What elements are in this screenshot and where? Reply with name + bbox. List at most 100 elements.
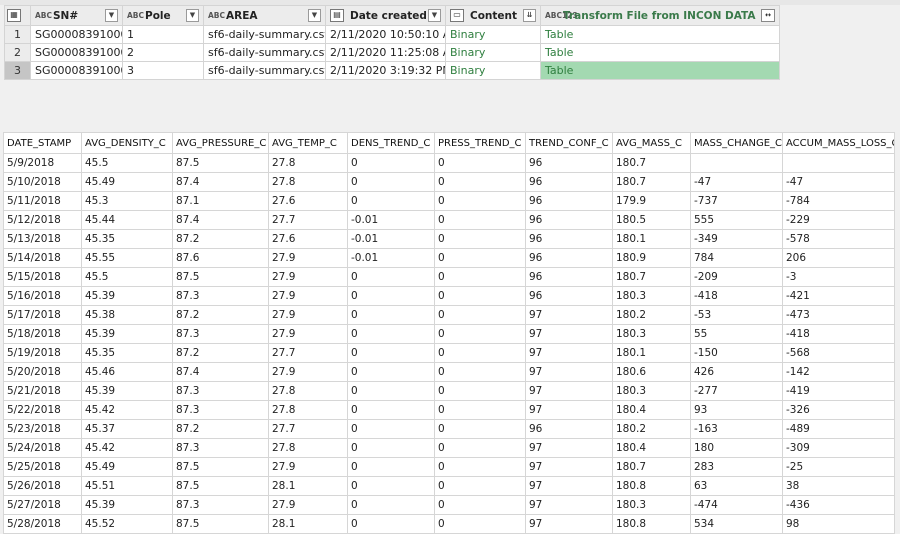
preview-cell[interactable]: -418 <box>690 286 783 306</box>
preview-cell[interactable]: 283 <box>690 457 783 477</box>
preview-cell[interactable]: 0 <box>347 191 435 211</box>
preview-cell[interactable]: 27.9 <box>268 324 348 344</box>
preview-cell[interactable]: 27.8 <box>268 381 348 401</box>
preview-cell[interactable]: 45.44 <box>81 210 173 230</box>
preview-cell[interactable]: 5/24/2018 <box>3 438 82 458</box>
preview-cell[interactable]: -25 <box>782 457 895 477</box>
preview-cell[interactable]: 87.3 <box>172 438 269 458</box>
preview-cell[interactable]: 45.49 <box>81 172 173 192</box>
preview-cell[interactable]: 0 <box>434 153 526 173</box>
preview-cell[interactable]: 28.1 <box>268 476 348 496</box>
preview-cell[interactable]: 27.8 <box>268 172 348 192</box>
preview-cell[interactable]: 87.4 <box>172 172 269 192</box>
preview-cell[interactable]: 96 <box>525 267 613 287</box>
preview-column-header[interactable]: AVG_PRESSURE_C <box>172 132 269 154</box>
preview-cell[interactable]: 5/20/2018 <box>3 362 82 382</box>
preview-cell[interactable]: 5/16/2018 <box>3 286 82 306</box>
preview-cell[interactable]: 180.4 <box>612 438 691 458</box>
preview-cell[interactable]: 45.3 <box>81 191 173 211</box>
cell-area[interactable]: sf6-daily-summary.csv <box>203 43 326 62</box>
column-header-pole[interactable]: ABC Pole ▼ <box>122 5 204 26</box>
preview-cell[interactable]: 45.42 <box>81 438 173 458</box>
preview-cell[interactable]: 534 <box>690 514 783 534</box>
preview-cell[interactable]: -3 <box>782 267 895 287</box>
preview-cell[interactable]: 180 <box>690 438 783 458</box>
preview-cell[interactable]: 5/17/2018 <box>3 305 82 325</box>
preview-cell[interactable]: 0 <box>347 153 435 173</box>
preview-column-header[interactable]: ACCUM_MASS_LOSS_C <box>782 132 895 154</box>
preview-cell[interactable]: -489 <box>782 419 895 439</box>
cell-date-created[interactable]: 2/11/2020 11:25:08 AM <box>325 43 446 62</box>
preview-cell[interactable]: -0.01 <box>347 210 435 230</box>
cell-sn[interactable]: SG000083910001 <box>30 25 123 44</box>
preview-cell[interactable]: 45.46 <box>81 362 173 382</box>
preview-cell[interactable]: 93 <box>690 400 783 420</box>
preview-cell[interactable]: 45.42 <box>81 400 173 420</box>
preview-cell[interactable]: 96 <box>525 210 613 230</box>
preview-cell[interactable]: 0 <box>347 305 435 325</box>
row-number[interactable]: 1 <box>4 25 31 44</box>
preview-cell[interactable]: 45.35 <box>81 229 173 249</box>
preview-cell[interactable]: -142 <box>782 362 895 382</box>
preview-row[interactable]: 5/28/2018 45.52 87.5 28.1 0 0 97 180.8 534 98 <box>3 514 895 534</box>
preview-cell[interactable]: -47 <box>782 172 895 192</box>
preview-cell[interactable]: 0 <box>434 248 526 268</box>
preview-cell[interactable]: 27.8 <box>268 153 348 173</box>
preview-row[interactable]: 5/14/2018 45.55 87.6 27.9 -0.01 0 96 180.9 784 20… <box>3 248 895 268</box>
preview-column-header[interactable]: DATE_STAMP <box>3 132 82 154</box>
preview-cell[interactable]: 87.3 <box>172 495 269 515</box>
preview-cell[interactable]: 5/22/2018 <box>3 400 82 420</box>
preview-row[interactable]: 5/15/2018 45.5 87.5 27.9 0 0 96 180.7 -209 -3 <box>3 267 895 287</box>
preview-cell[interactable]: 5/27/2018 <box>3 495 82 515</box>
filter-dropdown-icon[interactable]: ▼ <box>186 9 199 22</box>
preview-cell[interactable]: -150 <box>690 343 783 363</box>
row-number[interactable]: 2 <box>4 43 31 62</box>
cell-content-binary-link[interactable]: Binary <box>445 25 541 44</box>
preview-cell[interactable]: 27.8 <box>268 400 348 420</box>
preview-cell[interactable]: -53 <box>690 305 783 325</box>
preview-cell[interactable]: 0 <box>347 172 435 192</box>
cell-date-created[interactable]: 2/11/2020 3:19:32 PM <box>325 61 446 80</box>
preview-cell[interactable]: 27.9 <box>268 267 348 287</box>
preview-cell[interactable]: 0 <box>434 476 526 496</box>
preview-cell[interactable] <box>690 153 783 173</box>
cell-transform-table-selected[interactable]: Table <box>540 61 780 80</box>
preview-cell[interactable]: 0 <box>347 324 435 344</box>
preview-cell[interactable]: 180.3 <box>612 495 691 515</box>
preview-cell[interactable]: -578 <box>782 229 895 249</box>
preview-cell[interactable]: 180.8 <box>612 514 691 534</box>
preview-cell[interactable]: -473 <box>782 305 895 325</box>
preview-cell[interactable]: 0 <box>434 343 526 363</box>
cell-area[interactable]: sf6-daily-summary.csv <box>203 61 326 80</box>
preview-cell[interactable]: 27.9 <box>268 362 348 382</box>
preview-cell[interactable]: 63 <box>690 476 783 496</box>
preview-row[interactable]: 5/16/2018 45.39 87.3 27.9 0 0 96 180.3 -418 -421 <box>3 286 895 306</box>
preview-cell[interactable]: 27.6 <box>268 229 348 249</box>
cell-transform-table-link[interactable]: Table <box>540 25 780 44</box>
preview-cell[interactable]: 27.8 <box>268 438 348 458</box>
preview-cell[interactable]: 0 <box>434 457 526 477</box>
preview-cell[interactable]: 0 <box>347 400 435 420</box>
cell-pole[interactable]: 3 <box>122 61 204 80</box>
filter-dropdown-icon[interactable]: ▼ <box>428 9 441 22</box>
preview-cell[interactable]: -784 <box>782 191 895 211</box>
cell-pole[interactable]: 2 <box>122 43 204 62</box>
preview-row[interactable]: 5/19/2018 45.35 87.2 27.7 0 0 97 180.1 -150 -568 <box>3 343 895 363</box>
preview-cell[interactable]: 0 <box>347 495 435 515</box>
preview-cell[interactable]: 87.2 <box>172 419 269 439</box>
preview-cell[interactable]: 87.3 <box>172 286 269 306</box>
preview-cell[interactable]: -421 <box>782 286 895 306</box>
preview-cell[interactable]: 0 <box>434 286 526 306</box>
preview-column-header[interactable]: TREND_CONF_C <box>525 132 613 154</box>
preview-cell[interactable]: 98 <box>782 514 895 534</box>
preview-cell[interactable]: 45.39 <box>81 381 173 401</box>
preview-cell[interactable]: 87.3 <box>172 324 269 344</box>
preview-row[interactable]: 5/9/2018 45.5 87.5 27.8 0 0 96 180.7 <box>3 153 895 173</box>
preview-cell[interactable]: 96 <box>525 153 613 173</box>
preview-column-header[interactable]: AVG_MASS_C <box>612 132 691 154</box>
preview-row[interactable]: 5/21/2018 45.39 87.3 27.8 0 0 97 180.3 -277 -419 <box>3 381 895 401</box>
preview-cell[interactable]: 87.4 <box>172 210 269 230</box>
preview-row[interactable]: 5/13/2018 45.35 87.2 27.6 -0.01 0 96 180.1 -349-… <box>3 229 895 249</box>
preview-cell[interactable]: 0 <box>434 172 526 192</box>
preview-cell[interactable]: 87.1 <box>172 191 269 211</box>
